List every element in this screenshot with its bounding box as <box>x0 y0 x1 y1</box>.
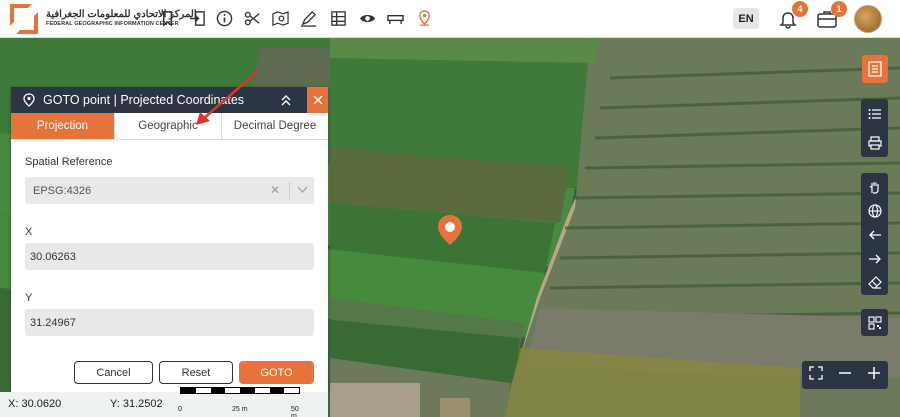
scissors-icon[interactable] <box>243 9 261 27</box>
cursor-y-coordinate: Y: 31.2502 <box>110 398 163 410</box>
chevron-down-icon[interactable] <box>297 185 308 197</box>
navigation-tools-group <box>861 173 888 295</box>
close-button[interactable] <box>307 87 328 113</box>
info-icon[interactable] <box>215 9 233 27</box>
eraser-icon <box>867 275 882 289</box>
eye-icon[interactable] <box>358 9 376 27</box>
dialog-title: GOTO point | Projected Coordinates <box>43 93 245 107</box>
scale-bar-graphic <box>180 387 300 394</box>
arrow-left-icon <box>868 230 881 239</box>
messages-button[interactable]: 1 <box>815 1 847 31</box>
list-icon <box>868 108 881 119</box>
x-label: X <box>25 226 33 238</box>
coordinate-tabs: Projection Geographic Decimal Degree <box>11 113 328 140</box>
logo-mark-icon <box>10 4 40 34</box>
y-label: Y <box>25 292 33 304</box>
globe-icon <box>867 203 882 218</box>
y-input[interactable]: 31.24967 <box>25 309 314 336</box>
goto-point-dialog: GOTO point | Projected Coordinates Proje… <box>11 87 328 392</box>
collapse-icon[interactable] <box>279 93 293 107</box>
scale-label-50: 50 m <box>291 406 299 417</box>
scale-bar: 0 25 m 50 m <box>178 387 303 417</box>
hand-icon <box>869 181 879 194</box>
layer-bar-icon[interactable] <box>386 9 404 27</box>
erase-button[interactable] <box>861 271 888 294</box>
spatial-reference-label: Spatial Reference <box>25 156 113 168</box>
login-icon[interactable] <box>188 9 206 27</box>
minus-icon <box>838 371 851 374</box>
expand-icon <box>809 365 823 380</box>
map-search-icon[interactable] <box>271 9 289 27</box>
zoom-controls <box>802 361 888 389</box>
reset-button[interactable]: Reset <box>159 361 233 384</box>
previous-extent-button[interactable] <box>861 223 888 246</box>
cancel-button[interactable]: Cancel <box>74 361 153 384</box>
clear-icon[interactable]: ✕ <box>270 183 280 197</box>
print-icon <box>867 135 882 150</box>
fullscreen-button[interactable] <box>809 365 823 385</box>
scale-label-25: 25 m <box>232 406 248 413</box>
tab-decimal-degree[interactable]: Decimal Degree <box>222 113 328 139</box>
print-button[interactable] <box>861 131 888 154</box>
select-divider <box>289 182 290 199</box>
list-print-group <box>861 99 888 157</box>
location-marker-icon[interactable] <box>437 214 463 246</box>
full-extent-button[interactable] <box>861 199 888 222</box>
bookmark-icon[interactable] <box>158 9 176 27</box>
qr-code-icon <box>867 315 882 330</box>
spatial-reference-select[interactable]: EPSG:4326 ✕ <box>25 177 314 204</box>
table-icon[interactable] <box>329 9 347 27</box>
location-pin-icon <box>23 93 35 107</box>
spatial-reference-value: EPSG:4326 <box>33 184 92 197</box>
x-input[interactable]: 30.06263 <box>25 243 314 270</box>
messages-badge: 1 <box>831 1 847 17</box>
legend-button[interactable] <box>862 55 888 83</box>
document-icon <box>868 61 882 77</box>
next-extent-button[interactable] <box>861 247 888 270</box>
scale-label-0: 0 <box>178 406 182 413</box>
draw-icon[interactable] <box>299 9 317 27</box>
dialog-header: GOTO point | Projected Coordinates <box>11 87 328 113</box>
top-toolbar: المركز الاتحادي للمعلومات الجغرافية FEDE… <box>0 0 900 38</box>
plus-icon <box>867 366 880 379</box>
qr-code-button[interactable] <box>861 309 888 336</box>
arrow-right-icon <box>868 254 881 263</box>
close-icon <box>312 95 323 105</box>
user-avatar[interactable] <box>854 5 882 33</box>
goto-button[interactable]: GOTO <box>239 361 314 384</box>
language-button[interactable]: EN <box>733 8 759 29</box>
notifications-badge: 4 <box>792 1 808 17</box>
zoom-out-button[interactable] <box>838 366 852 385</box>
tab-projection[interactable]: Projection <box>11 113 115 139</box>
goto-form: Spatial Reference EPSG:4326 ✕ X 30.06263… <box>11 156 328 336</box>
zoom-in-button[interactable] <box>867 366 881 385</box>
list-button[interactable] <box>861 102 888 125</box>
pan-button[interactable] <box>861 175 888 198</box>
location-pin-icon[interactable] <box>415 9 433 27</box>
notifications-button[interactable]: 4 <box>776 1 808 31</box>
cursor-x-coordinate: X: 30.0620 <box>8 398 62 410</box>
tab-geographic[interactable]: Geographic <box>115 113 222 139</box>
